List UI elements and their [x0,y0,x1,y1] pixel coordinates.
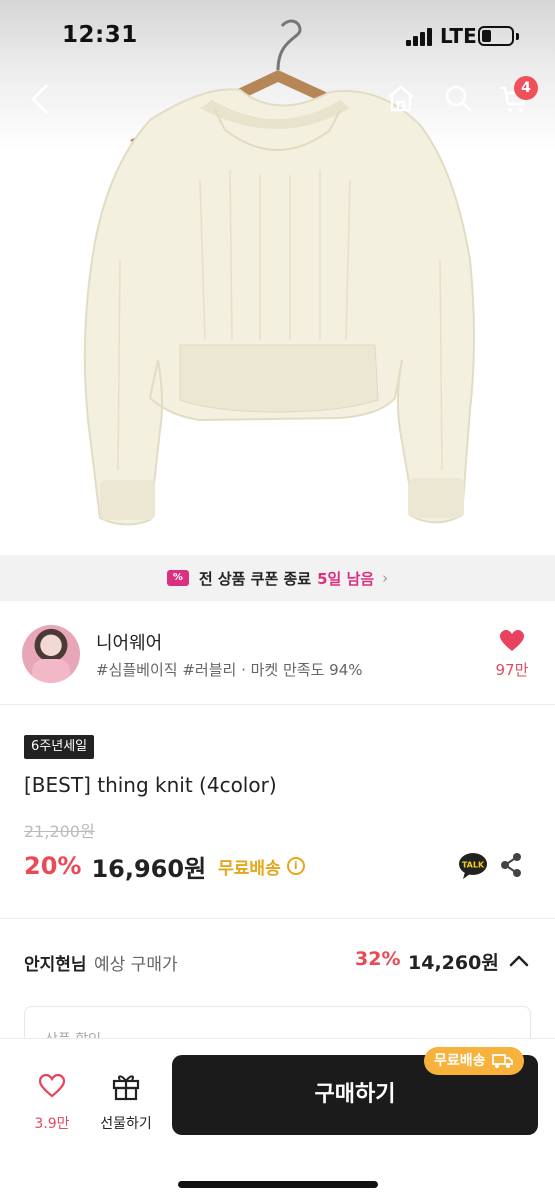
coupon-banner[interactable]: 전 상품 쿠폰 종료 5일 남음 › [0,555,555,601]
truck-icon [491,1054,513,1068]
event-badge: 6주년세일 [24,735,95,759]
expected-price: 14,260원 [408,952,499,974]
free-shipping-label: 무료배송 [218,858,281,879]
search-icon [445,85,472,112]
shop-like-count: 97만 [495,661,529,679]
cart-count-badge: 4 [514,76,538,100]
chevron-up-icon[interactable] [508,950,530,972]
gift-label: 선물하기 [100,1116,152,1132]
coupon-days-left: 5일 남음 [317,569,375,588]
heart-filled-icon [500,630,524,651]
expected-price-row[interactable]: 안지현님 예상 구매가 32% 14,260원 [0,940,555,984]
home-icon [388,85,414,112]
status-time: 12:31 [62,22,138,48]
product-title: [BEST] thing knit (4color) [24,773,277,797]
shop-name[interactable]: 니어웨어 [96,629,162,655]
share-button[interactable] [498,852,524,882]
share-icon [501,853,521,877]
gift-icon [112,1075,140,1101]
coupon-text: 전 상품 쿠폰 종료 [198,569,312,588]
original-price: 21,200원 [24,822,95,841]
status-bar: 12:31 LTE [0,0,555,72]
shop-tags: #심플베이직 #러블리 · 마켓 만족도 94% [96,661,363,679]
talk-icon: TALK [459,853,487,879]
network-type: LTE [440,24,477,48]
expected-discount: 32% [355,948,401,970]
battery-icon [478,26,519,46]
chevron-right-icon: › [382,569,389,587]
discount-rate: 20% [24,852,82,880]
shop-avatar[interactable] [22,625,80,683]
like-button[interactable]: 3.9만 [24,1069,80,1139]
gift-button[interactable]: 선물하기 [92,1069,160,1139]
back-button[interactable] [28,84,52,118]
shop-like-button[interactable] [492,629,532,657]
section-divider [0,918,555,919]
sale-price: 16,960원 [91,854,207,883]
shop-info[interactable]: 니어웨어 #심플베이직 #러블리 · 마켓 만족도 94% 97만 [0,601,555,705]
user-name: 안지현님 [24,955,87,975]
free-shipping-pill: 무료배송 [424,1047,524,1075]
svg-text:TALK: TALK [462,861,485,870]
heart-outline-icon [38,1073,66,1098]
kakao-talk-button[interactable]: TALK [458,852,488,884]
home-button[interactable] [386,84,416,116]
chevron-left-icon [31,84,48,114]
like-count: 3.9만 [34,1116,70,1132]
signal-icon [406,28,434,46]
price-row: 20% 16,960원 무료배송 i [24,848,305,884]
free-shipping-pill-label: 무료배송 [434,1053,486,1069]
home-indicator [178,1181,378,1188]
expected-price-label: 예상 구매가 [94,955,178,975]
info-icon[interactable]: i [286,857,305,875]
coupon-icon [166,570,189,586]
search-button[interactable] [444,84,472,116]
